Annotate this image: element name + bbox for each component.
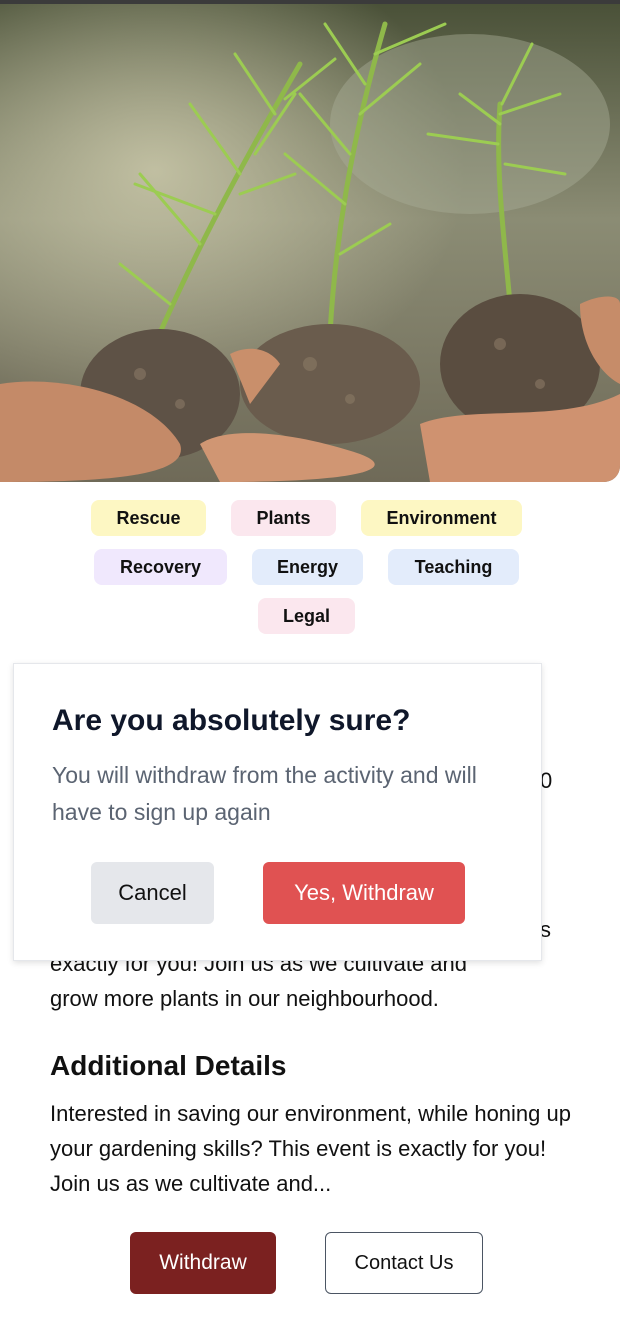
tag-label: Plants [256,507,311,528]
tag-label: Legal [282,605,330,626]
tag-plants: Plants [231,500,336,536]
hero-image [0,4,620,482]
tag-legal: Legal [258,598,355,634]
cancel-button[interactable]: Cancel [91,862,214,924]
description-line: grow more plants in our neighbourhood. [50,986,439,1011]
withdraw-button[interactable]: Withdraw [130,1232,276,1294]
tag-label: Rescue [116,507,181,528]
confirm-withdraw-button[interactable]: Yes, Withdraw [263,862,465,924]
tag-teaching: Teaching [388,549,519,585]
tag-label: Environment [386,507,497,528]
seedlings-in-hands-illustration [0,4,620,482]
tag-label: Energy [276,556,339,577]
tag-rescue: Rescue [91,500,206,536]
contact-us-button[interactable]: Contact Us [325,1232,483,1294]
tag-label: Teaching [414,556,493,577]
additional-details-title: Additional Details [50,1050,287,1081]
additional-details-body: Interested in saving our environment, wh… [50,1101,571,1196]
tag-recovery: Recovery [94,549,227,585]
dialog-description: You will withdraw from the activity and … [52,762,477,825]
tag-label: Recovery [119,556,202,577]
dialog-title: Are you absolutely sure? [52,704,411,737]
tag-energy: Energy [252,549,363,585]
tag-environment: Environment [361,500,522,536]
confirm-withdraw-dialog: Are you absolutely sure? You will withdr… [13,663,542,961]
